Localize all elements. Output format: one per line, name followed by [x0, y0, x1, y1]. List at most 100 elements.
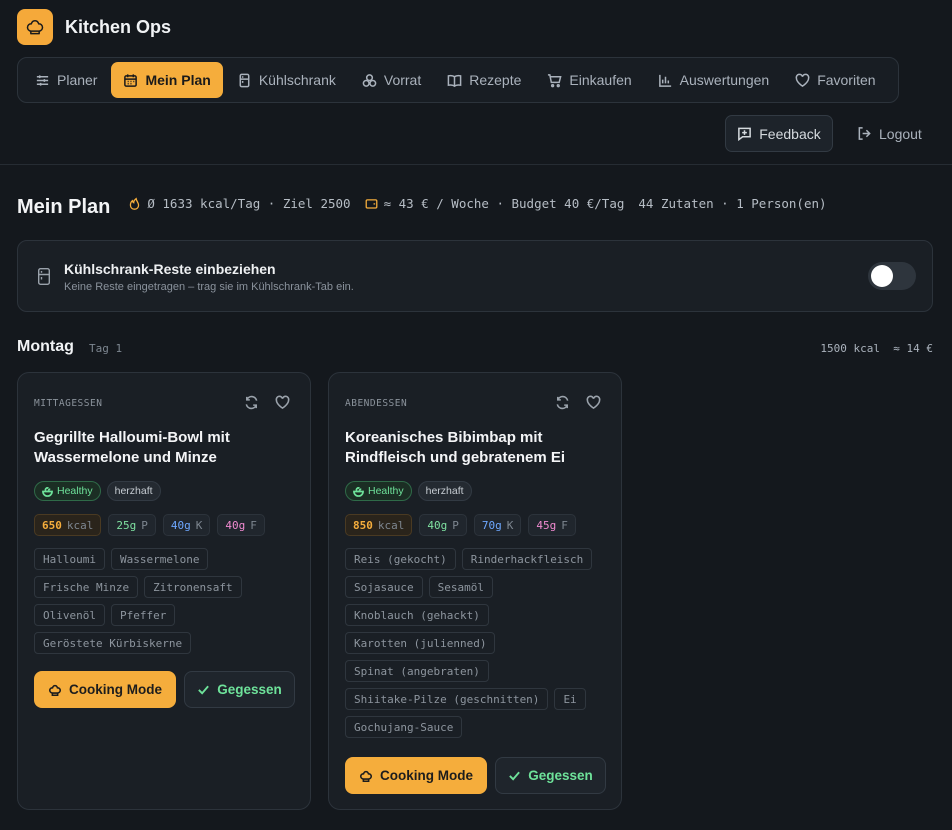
calorie-text: Ø 1633 kcal/Tag · Ziel 2500	[147, 196, 351, 211]
nav-item-rezepte[interactable]: Rezepte	[435, 62, 533, 98]
nav-item-vorrat[interactable]: Vorrat	[350, 62, 433, 98]
nav-label: Einkaufen	[569, 72, 632, 88]
ingredient-chip: Geröstete Kürbiskerne	[34, 632, 192, 654]
toggle-knob	[871, 265, 893, 287]
day-kcal: 1500 kcal	[820, 342, 880, 355]
nav-label: Rezepte	[469, 72, 522, 88]
page-title: Mein Plan	[17, 196, 111, 218]
meal-type: ABENDESSEN	[345, 398, 408, 409]
ingredient-chip: Zitronensaft	[144, 576, 242, 598]
eaten-button[interactable]: Gegessen	[495, 757, 606, 794]
chef-hat-icon	[48, 684, 62, 696]
nav-item-mein-plan[interactable]: Mein Plan	[111, 62, 223, 98]
ingredient-chip: Halloumi	[34, 548, 105, 570]
nav-label: Favoriten	[817, 72, 876, 88]
ingredient-text: 44 Zutaten · 1 Person(en)	[638, 196, 827, 211]
logout-label: Logout	[879, 125, 922, 142]
eaten-label: Gegessen	[528, 768, 593, 783]
tag-healthy: Healthy	[345, 481, 412, 501]
check-icon	[509, 771, 521, 781]
meal-macros: 650 kcal 25g P 40g K 40g F	[34, 514, 265, 536]
fridge-title: Kühlschrank-Reste einbeziehen	[64, 261, 276, 277]
macro-value: 40g	[427, 518, 448, 532]
nav-item-favoriten[interactable]: Favoriten	[783, 62, 887, 98]
refresh-icon[interactable]	[555, 395, 570, 410]
feedback-label: Feedback	[759, 125, 821, 142]
nav-item-planer[interactable]: Planer	[23, 62, 109, 98]
ingredient-chip: Knoblauch (gehackt)	[345, 604, 489, 626]
card-actions	[244, 395, 290, 410]
budget-text: ≈ 43 € / Woche · Budget 40 €/Tag	[383, 196, 625, 211]
day-cost: ≈ 14 €	[893, 342, 933, 355]
meal-title[interactable]: Koreanisches Bibimbap mit Rindfleisch un…	[345, 428, 605, 468]
ingredient-chip: Sesamöl	[428, 576, 493, 598]
meal-macros: 850 kcal 40g P 70g K 45g F	[345, 514, 576, 536]
header-divider	[0, 164, 952, 165]
calendar-icon	[124, 73, 138, 87]
ingredient-chip: Olivenöl	[34, 604, 105, 626]
tag-herzhaft: herzhaft	[106, 481, 161, 501]
cooking-mode-button[interactable]: Cooking Mode	[345, 757, 487, 794]
message-plus-icon	[738, 127, 752, 141]
meal-type: MITTAGESSEN	[34, 398, 103, 409]
pantry-icon	[362, 73, 377, 87]
chef-hat-icon	[359, 770, 373, 782]
meal-tags: Healthy herzhaft	[345, 481, 472, 501]
card-actions	[555, 395, 601, 410]
macro-protein: 40g P	[419, 514, 467, 536]
macro-fat: 45g F	[528, 514, 576, 536]
bar-chart-icon	[658, 74, 671, 87]
nav-item-kuehlschrank[interactable]: Kühlschrank	[225, 62, 348, 98]
ingredient-chip: Frische Minze	[34, 576, 139, 598]
calorie-stat: Ø 1633 kcal/Tag · Ziel 2500	[128, 196, 351, 211]
cart-icon	[548, 73, 562, 87]
ingredient-chip: Pfeffer	[110, 604, 176, 626]
nav-item-auswertungen[interactable]: Auswertungen	[646, 62, 782, 98]
fridge-icon	[239, 73, 250, 87]
meal-card: ABENDESSEN Koreanisches Bibimbap mit Rin…	[328, 372, 622, 810]
refresh-icon[interactable]	[244, 395, 259, 410]
macro-fat: 40g F	[217, 514, 265, 536]
cook-label: Cooking Mode	[380, 768, 473, 783]
nav-label: Planer	[57, 72, 98, 88]
cook-label: Cooking Mode	[69, 682, 162, 697]
day-title: Montag	[17, 338, 74, 355]
sliders-icon	[36, 74, 49, 86]
ingredient-chip: Rinderhackfleisch	[461, 548, 593, 570]
macro-unit: K	[195, 518, 203, 532]
salad-icon	[353, 486, 364, 497]
heart-icon[interactable]	[586, 395, 601, 410]
nav-item-einkaufen[interactable]: Einkaufen	[535, 62, 643, 98]
ingredient-chip: Reis (gekocht)	[345, 548, 456, 570]
day-stats: 1500 kcal ≈ 14 €	[820, 342, 933, 355]
feedback-button[interactable]: Feedback	[725, 115, 833, 152]
fridge-subtitle: Keine Reste eingetragen – trag sie im Kü…	[64, 281, 354, 293]
salad-icon	[42, 486, 53, 497]
ingredient-list: Reis (gekocht) Rinderhackfleisch Sojasau…	[345, 548, 607, 738]
nav-label: Auswertungen	[679, 72, 770, 88]
logout-button[interactable]: Logout	[857, 115, 922, 152]
ingredient-chip: Shiitake-Pilze (geschnitten)	[345, 688, 549, 710]
macro-unit: F	[250, 518, 257, 532]
ingredient-chip: Wassermelone	[110, 548, 209, 570]
cooking-mode-button[interactable]: Cooking Mode	[34, 671, 176, 708]
macro-value: 45g	[536, 518, 557, 532]
chef-hat-icon	[17, 9, 53, 45]
macro-carbs: 70g K	[473, 514, 522, 536]
tag-label: herzhaft	[425, 485, 464, 497]
budget-stat: ≈ 43 € / Woche · Budget 40 €/Tag	[365, 196, 625, 211]
macro-kcal: 850 kcal	[345, 514, 413, 536]
fridge-leftovers-toggle[interactable]	[868, 262, 916, 290]
tag-label: herzhaft	[114, 485, 153, 497]
heart-icon[interactable]	[275, 395, 290, 410]
ingredient-chip: Spinat (angebraten)	[345, 660, 489, 682]
brand: Kitchen Ops	[17, 9, 171, 45]
main-nav: Planer Mein Plan Kühlschrank Vorrat Reze…	[17, 57, 899, 103]
wallet-icon	[365, 199, 377, 209]
tag-healthy: Healthy	[34, 481, 101, 501]
nav-label: Mein Plan	[145, 72, 211, 88]
meal-title[interactable]: Gegrillte Halloumi-Bowl mit Wassermelone…	[34, 428, 294, 468]
eaten-button[interactable]: Gegessen	[184, 671, 295, 708]
tag-label: Healthy	[368, 485, 404, 497]
card-buttons: Cooking Mode Gegessen	[345, 757, 606, 794]
